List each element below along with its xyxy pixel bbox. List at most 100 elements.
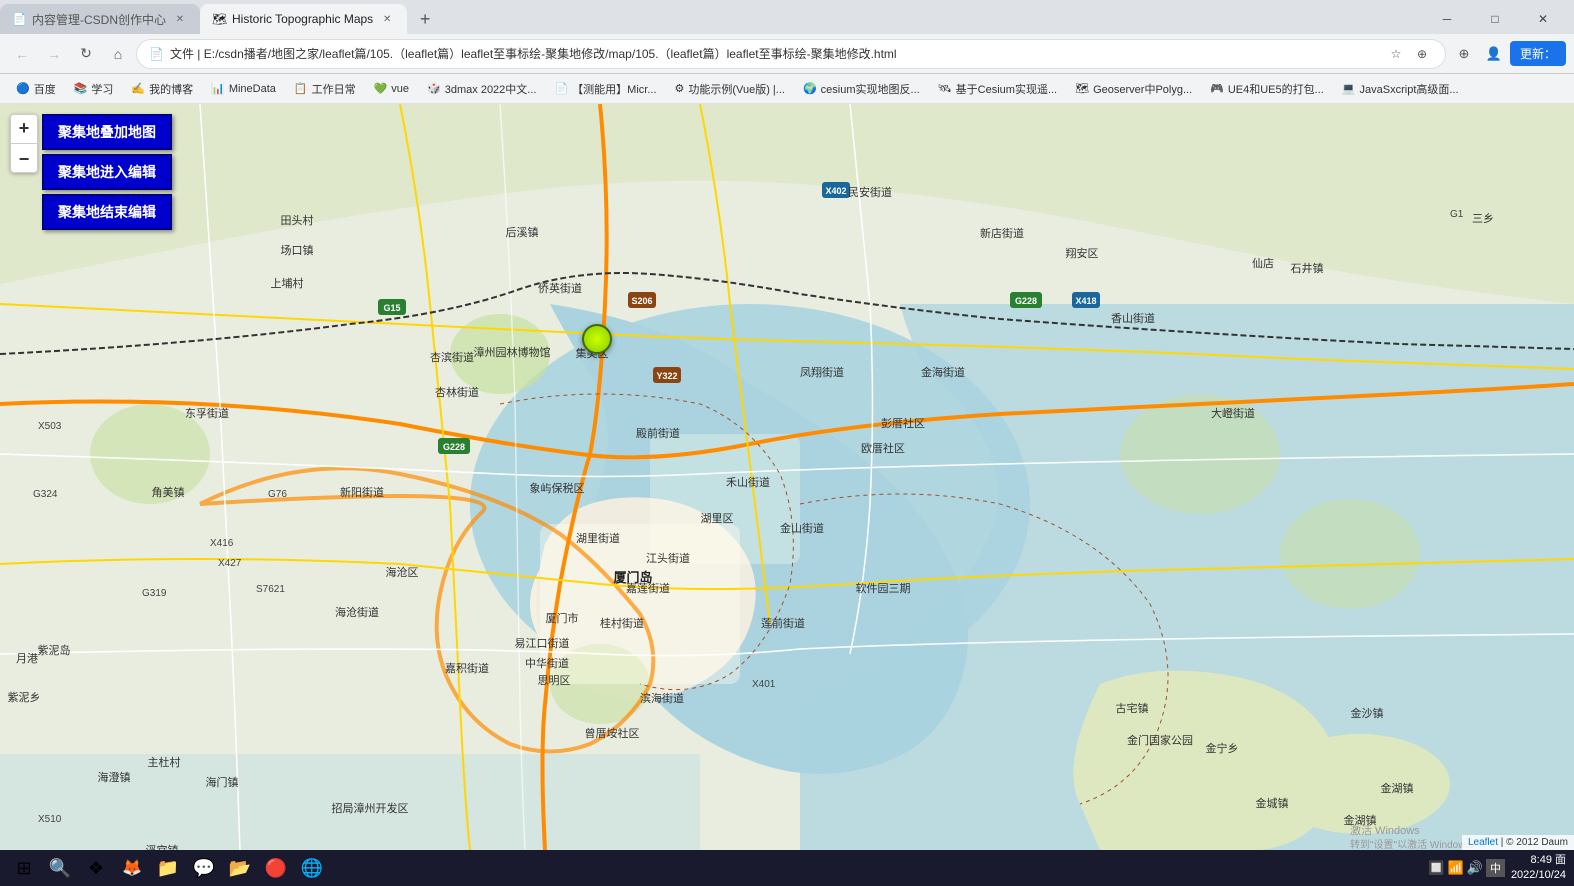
- svg-text:湖里区: 湖里区: [701, 512, 734, 525]
- bookmark-blog[interactable]: ✍ 我的博客: [123, 79, 201, 99]
- bookmark-geoserver[interactable]: 🗺 Geoserver中Polyg...: [1067, 79, 1200, 99]
- bookmark-micro-label: 【测能用】Micr...: [572, 81, 656, 97]
- bookmark-vue-demo[interactable]: ⚙ 功能示例(Vue版) |...: [667, 79, 793, 99]
- tab-maps[interactable]: 🗺 Historic Topographic Maps ✕: [200, 4, 407, 34]
- svg-text:桂村街道: 桂村街道: [600, 616, 644, 630]
- svg-text:香山街道: 香山街道: [1111, 311, 1155, 325]
- cluster-marker[interactable]: [582, 324, 612, 354]
- svg-text:海沧区: 海沧区: [386, 565, 419, 579]
- map-container[interactable]: G15 G228 G228 X418 S206 Y322 X402: [0, 104, 1574, 850]
- address-bar-row: ← → ↻ ⌂ 📄 文件 | E:/csdn播者/地图之家/leaflet篇/1…: [0, 34, 1574, 74]
- close-button[interactable]: ✕: [1520, 4, 1566, 34]
- home-button[interactable]: ⌂: [104, 40, 132, 68]
- zoom-out-button[interactable]: −: [11, 146, 37, 172]
- svg-text:激活 Windows: 激活 Windows: [1350, 823, 1420, 837]
- svg-text:X418: X418: [1075, 296, 1096, 306]
- svg-text:海沧街道: 海沧街道: [335, 605, 379, 619]
- leaflet-attribution: Leaflet | © 2012 Daum: [1462, 835, 1574, 850]
- edit-cluster-button[interactable]: 聚集地进入编辑: [42, 154, 172, 190]
- svg-text:招局漳州开发区: 招局漳州开发区: [332, 801, 409, 815]
- start-button[interactable]: ⊞: [8, 852, 40, 884]
- clock-time: 8:49 面: [1511, 853, 1566, 868]
- svg-text:杏林街道: 杏林街道: [435, 385, 479, 399]
- leaflet-link[interactable]: Leaflet: [1468, 837, 1498, 848]
- svg-text:金城镇: 金城镇: [1256, 796, 1289, 810]
- bookmark-work-label: 工作日常: [312, 81, 356, 97]
- zoom-in-button[interactable]: +: [11, 115, 37, 141]
- bookmark-cesium2-label: 基于Cesium实现遥...: [956, 81, 1057, 97]
- svg-text:G228: G228: [443, 442, 465, 452]
- bookmark-work[interactable]: 📋 工作日常: [286, 79, 364, 99]
- keyboard-lang[interactable]: 中: [1486, 859, 1505, 877]
- bookmark-cesium1[interactable]: 🌍 cesium实现地图反...: [795, 79, 928, 99]
- app-button-1[interactable]: 🔴: [260, 852, 292, 884]
- tab-csdn[interactable]: 📄 内容管理-CSDN创作中心 ✕: [0, 4, 200, 34]
- road-sign-g15: G15: [383, 303, 400, 313]
- search-button[interactable]: 🔍: [44, 852, 76, 884]
- tab-close-csdn[interactable]: ✕: [172, 11, 188, 27]
- settings-icon[interactable]: ⊕: [1450, 40, 1478, 68]
- zoom-controls: + −: [10, 114, 38, 173]
- bookmark-cesium2[interactable]: 🛰 基于Cesium实现遥...: [930, 79, 1065, 99]
- svg-text:滨海街道: 滨海街道: [640, 691, 684, 705]
- profile-icon[interactable]: 👤: [1480, 40, 1508, 68]
- taskbar-clock[interactable]: 8:49 面 2022/10/24: [1511, 853, 1566, 884]
- bookmark-learn[interactable]: 📚 学习: [66, 79, 122, 99]
- svg-text:金山街道: 金山街道: [780, 521, 824, 535]
- tab-close-maps[interactable]: ✕: [379, 11, 395, 27]
- svg-text:海澄镇: 海澄镇: [98, 770, 131, 784]
- svg-text:金宁乡: 金宁乡: [1206, 741, 1239, 755]
- wechat-button[interactable]: 💬: [188, 852, 220, 884]
- bookmark-baidu[interactable]: 🔵 百度: [8, 79, 64, 99]
- file-explorer-button[interactable]: 📁: [152, 852, 184, 884]
- bookmark-star-icon[interactable]: ☆: [1385, 43, 1407, 65]
- svg-text:金沙镇: 金沙镇: [1351, 706, 1384, 720]
- svg-text:思明区: 思明区: [538, 674, 571, 687]
- volume-icon[interactable]: 🔊: [1467, 860, 1483, 876]
- svg-text:X401: X401: [752, 679, 776, 690]
- bookmark-ue[interactable]: 🎮 UE4和UE5的打包...: [1202, 79, 1332, 99]
- minimize-button[interactable]: ─: [1424, 4, 1470, 34]
- svg-text:浮宫镇: 浮宫镇: [146, 843, 179, 850]
- back-button[interactable]: ←: [8, 40, 36, 68]
- bookmark-minedata-label: MineData: [229, 83, 276, 95]
- svg-text:X510: X510: [38, 814, 62, 825]
- end-edit-cluster-button[interactable]: 聚集地结束编辑: [42, 194, 172, 230]
- svg-text:殿前街道: 殿前街道: [636, 426, 680, 440]
- svg-text:石井镇: 石井镇: [1291, 261, 1324, 275]
- task-view-button[interactable]: ❖: [80, 852, 112, 884]
- bookmark-baidu-label: 百度: [34, 81, 56, 97]
- network-icon[interactable]: 📶: [1448, 860, 1464, 876]
- bookmark-vue[interactable]: 💚 vue: [366, 80, 417, 97]
- svg-text:G319: G319: [142, 588, 167, 599]
- svg-text:侨英街道: 侨英街道: [538, 281, 582, 295]
- svg-text:易江口街道: 易江口街道: [515, 636, 570, 650]
- svg-text:新店街道: 新店街道: [980, 226, 1024, 240]
- folder-button[interactable]: 📂: [224, 852, 256, 884]
- add-cluster-button[interactable]: 聚集地叠加地图: [42, 114, 172, 150]
- update-button[interactable]: 更新：: [1510, 41, 1566, 66]
- bookmark-micro[interactable]: 📄 【测能用】Micr...: [546, 79, 664, 99]
- new-tab-button[interactable]: +: [411, 5, 439, 33]
- bookmark-geoserver-label: Geoserver中Polyg...: [1093, 81, 1192, 97]
- chrome-button[interactable]: 🌐: [296, 852, 328, 884]
- svg-text:仙店: 仙店: [1252, 256, 1274, 270]
- svg-text:S7621: S7621: [256, 584, 285, 595]
- firefox-button[interactable]: 🦊: [116, 852, 148, 884]
- forward-button[interactable]: →: [40, 40, 68, 68]
- show-desktop-icon[interactable]: 🔲: [1428, 860, 1444, 876]
- svg-text:东孚街道: 东孚街道: [185, 406, 229, 420]
- svg-text:象屿保税区: 象屿保税区: [530, 481, 585, 495]
- extensions-icon[interactable]: ⊕: [1411, 43, 1433, 65]
- bookmark-js[interactable]: 💻 JavaSxcript高级面...: [1334, 79, 1467, 99]
- bookmark-cesium1-label: cesium实现地图反...: [821, 81, 920, 97]
- svg-text:X402: X402: [825, 186, 846, 196]
- bookmark-minedata[interactable]: 📊 MineData: [203, 80, 284, 97]
- bookmark-3dmax[interactable]: 🎲 3dmax 2022中文...: [419, 79, 544, 99]
- svg-text:紫泥乡: 紫泥乡: [8, 691, 41, 704]
- svg-text:江头街道: 江头街道: [646, 551, 690, 565]
- address-box[interactable]: 📄 文件 | E:/csdn播者/地图之家/leaflet篇/105.（leaf…: [136, 39, 1446, 69]
- address-icons: ☆ ⊕: [1385, 43, 1433, 65]
- reload-button[interactable]: ↻: [72, 40, 100, 68]
- maximize-button[interactable]: □: [1472, 4, 1518, 34]
